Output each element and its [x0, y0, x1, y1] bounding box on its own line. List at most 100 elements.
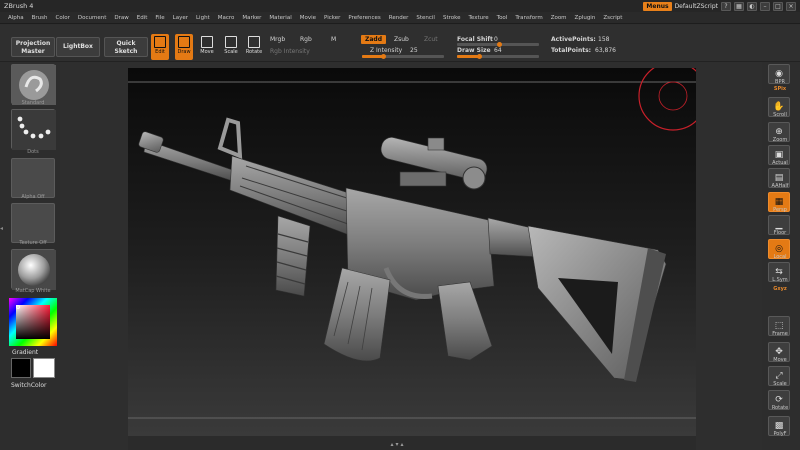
texture-off-label: Texture Off — [19, 240, 47, 246]
rgb-button[interactable]: Rgb — [300, 36, 312, 43]
zcut-button[interactable]: Zcut — [424, 36, 438, 43]
draw-icon — [178, 36, 190, 48]
menu-item-texture[interactable]: Texture — [469, 15, 489, 21]
draw-button[interactable]: Draw — [175, 34, 193, 60]
zadd-button[interactable]: Zadd — [361, 35, 386, 44]
color-wheel-icon — [9, 298, 57, 346]
switch-color-button[interactable]: SwitchColor — [11, 382, 47, 389]
menu-item-draw[interactable]: Draw — [114, 15, 128, 21]
menu-item-zplugin[interactable]: Zplugin — [575, 15, 596, 21]
lsym-label: L.Sym — [772, 277, 788, 283]
z-intensity-label: Z Intensity — [370, 47, 403, 54]
zbrush-window: ZBrush 4 Menus DefaultZScript ? ▦ ◐ – □ … — [0, 0, 800, 450]
contrast-icon[interactable]: ◐ — [747, 1, 757, 11]
rotate-button[interactable]: Rotate — [245, 34, 263, 60]
menu-item-file[interactable]: File — [155, 15, 164, 21]
mrgb-button[interactable]: Mrgb — [270, 36, 285, 43]
scale-button[interactable]: Scale — [222, 34, 240, 60]
color-picker[interactable] — [9, 298, 57, 346]
left-tray-arrow-icon[interactable]: ◂ — [0, 225, 3, 232]
draw-size-label: Draw Size — [457, 47, 491, 54]
menu-item-edit[interactable]: Edit — [137, 15, 148, 21]
rotate-view-label: Rotate — [771, 405, 789, 411]
active-points-label: ActivePoints: — [551, 36, 596, 43]
scale-icon — [225, 36, 237, 48]
rgb-intensity-slider[interactable]: Rgb Intensity — [270, 48, 310, 55]
left-tray: Standard Dots Alpha Off Texture Off MatC… — [0, 62, 60, 450]
stroke-dots-thumbnail[interactable] — [11, 109, 56, 150]
z-intensity-slider[interactable] — [362, 54, 444, 59]
standard-label: Standard — [21, 100, 45, 106]
menus-button[interactable]: Menus — [643, 1, 672, 11]
menu-item-tool[interactable]: Tool — [497, 15, 508, 21]
menu-item-layer[interactable]: Layer — [173, 15, 188, 21]
texture-thumbnail[interactable] — [11, 203, 55, 243]
menu-item-picker[interactable]: Picker — [324, 15, 340, 21]
alpha-off-label: Alpha Off — [21, 194, 45, 200]
menu-item-stroke[interactable]: Stroke — [443, 15, 461, 21]
persp-label: Persp — [773, 207, 787, 213]
menu-item-marker[interactable]: Marker — [242, 15, 261, 21]
move-view-label: Move — [773, 357, 787, 363]
default-zscript-button[interactable]: DefaultZScript — [675, 3, 718, 10]
zsub-button[interactable]: Zsub — [394, 36, 409, 43]
rotate-label: Rotate — [245, 49, 263, 55]
layout-icon[interactable]: ▦ — [734, 1, 744, 11]
alpha-thumbnail[interactable] — [11, 158, 55, 198]
draw-size-slider[interactable] — [457, 54, 539, 59]
menu-item-preferences[interactable]: Preferences — [348, 15, 380, 21]
secondary-color-swatch[interactable] — [33, 358, 55, 378]
main-color-swatch[interactable] — [11, 358, 31, 378]
title-bar: ZBrush 4 Menus DefaultZScript ? ▦ ◐ – □ … — [0, 0, 800, 12]
menu-item-render[interactable]: Render — [389, 15, 409, 21]
help-icon[interactable]: ? — [721, 1, 731, 11]
menu-item-color[interactable]: Color — [56, 15, 70, 21]
material-thumbnail[interactable] — [11, 249, 56, 290]
menu-item-alpha[interactable]: Alpha — [8, 15, 24, 21]
menu-item-light[interactable]: Light — [196, 15, 210, 21]
draw-label: Draw — [177, 49, 191, 55]
bottom-tray-arrows-icon[interactable]: ▴▾▴ — [378, 441, 418, 448]
aahalf-label: AAHalf — [771, 183, 789, 189]
document-canvas[interactable] — [128, 68, 696, 436]
focal-shift-label: Focal Shift — [457, 36, 493, 43]
menu-item-transform[interactable]: Transform — [515, 15, 542, 21]
brush-standard-thumbnail[interactable] — [11, 64, 56, 105]
app-title: ZBrush 4 — [4, 2, 34, 10]
actual-label: Actual — [772, 160, 788, 166]
quick-sketch-button[interactable]: Quick Sketch — [104, 37, 148, 57]
maximize-icon[interactable]: □ — [773, 1, 783, 11]
menu-item-document[interactable]: Document — [78, 15, 107, 21]
m-button[interactable]: M — [331, 36, 336, 43]
gradient-label[interactable]: Gradient — [12, 349, 38, 356]
menu-item-macro[interactable]: Macro — [218, 15, 235, 21]
menu-item-movie[interactable]: Movie — [300, 15, 316, 21]
matcap-sphere-icon — [12, 250, 56, 290]
projection-master-button[interactable]: Projection Master — [11, 37, 55, 57]
focal-shift-slider[interactable] — [457, 42, 539, 47]
edit-label: Edit — [155, 49, 165, 55]
floor-label: Floor — [773, 230, 787, 236]
menu-item-zscript[interactable]: Zscript — [603, 15, 622, 21]
menu-item-zoom[interactable]: Zoom — [551, 15, 567, 21]
edit-button[interactable]: Edit — [151, 34, 169, 60]
polyf-label: PolyF — [773, 431, 787, 437]
standard-brush-icon — [12, 65, 56, 105]
scale-label: Scale — [224, 49, 238, 55]
draw-size-value: 64 — [494, 47, 502, 54]
menu-item-brush[interactable]: Brush — [32, 15, 48, 21]
dots-stroke-icon — [12, 110, 56, 150]
xyz-button[interactable]: Gxyz — [764, 286, 796, 292]
total-points-value: 63,876 — [595, 47, 616, 54]
minimize-icon[interactable]: – — [760, 1, 770, 11]
menu-item-material[interactable]: Material — [269, 15, 291, 21]
edit-icon — [154, 36, 166, 48]
close-icon[interactable]: × — [786, 1, 796, 11]
local-label: Local — [773, 254, 787, 260]
menu-bar: Alpha Brush Color Document Draw Edit File Layer… — [0, 12, 800, 24]
move-button[interactable]: Move — [198, 34, 216, 60]
spix-slider[interactable]: SPix — [764, 86, 796, 92]
lightbox-button[interactable]: LightBox — [56, 37, 100, 57]
menu-item-stencil[interactable]: Stencil — [416, 15, 435, 21]
move-label: Move — [200, 49, 214, 55]
